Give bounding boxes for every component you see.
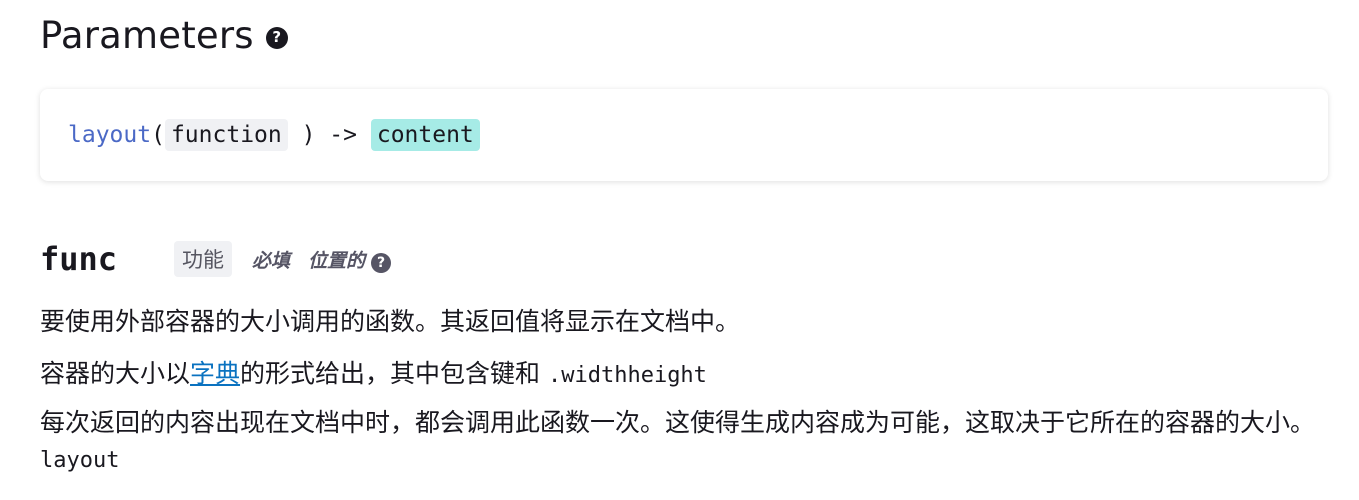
positional-flag: 位置的? xyxy=(308,246,392,273)
parameters-heading: Parameters ? xyxy=(40,14,288,57)
signature-return-type[interactable]: content xyxy=(370,119,480,151)
description-line-3-text: 每次返回的内容出现在文档中时，都会调用此函数一次。这使得生成内容成为可能，这取决… xyxy=(40,408,1316,437)
width-height-code: .widthheight xyxy=(547,363,707,388)
description-line-2: 容器的大小以字典的形式给出，其中包含键和 .widthheight xyxy=(40,354,707,390)
required-flag: 必填 xyxy=(252,249,291,272)
parameter-type-badge[interactable]: 功能 xyxy=(174,241,232,277)
help-icon[interactable]: ? xyxy=(265,26,288,49)
parameter-name: func xyxy=(40,240,118,278)
dictionary-link[interactable]: 字典 xyxy=(190,359,240,388)
description-line-2-prefix: 容器的大小以 xyxy=(40,359,191,388)
positional-label: 位置的 xyxy=(308,249,366,272)
signature-param-type[interactable]: function xyxy=(164,119,288,151)
description-line-1: 要使用外部容器的大小调用的函数。其返回值将显示在文档中。 xyxy=(40,307,741,336)
description-line-2-middle: 的形式给出，其中包含键和 xyxy=(240,359,548,388)
signature-open-paren: ( xyxy=(151,122,165,148)
layout-code: layout xyxy=(40,448,120,473)
page-title: Parameters xyxy=(40,14,254,57)
description-line-3: 每次返回的内容出现在文档中时，都会调用此函数一次。这使得生成内容成为可能，这取决… xyxy=(40,405,1335,479)
signature-arrow: ) -> xyxy=(301,122,357,148)
function-signature: layout(function ) -> content xyxy=(40,89,1328,181)
positional-help-icon[interactable]: ? xyxy=(371,252,392,273)
docs-page: Parameters ? layout(function ) -> conten… xyxy=(0,0,1359,500)
signature-function-name: layout xyxy=(68,122,152,148)
parameter-header: func 功能 必填 位置的? xyxy=(40,240,392,278)
